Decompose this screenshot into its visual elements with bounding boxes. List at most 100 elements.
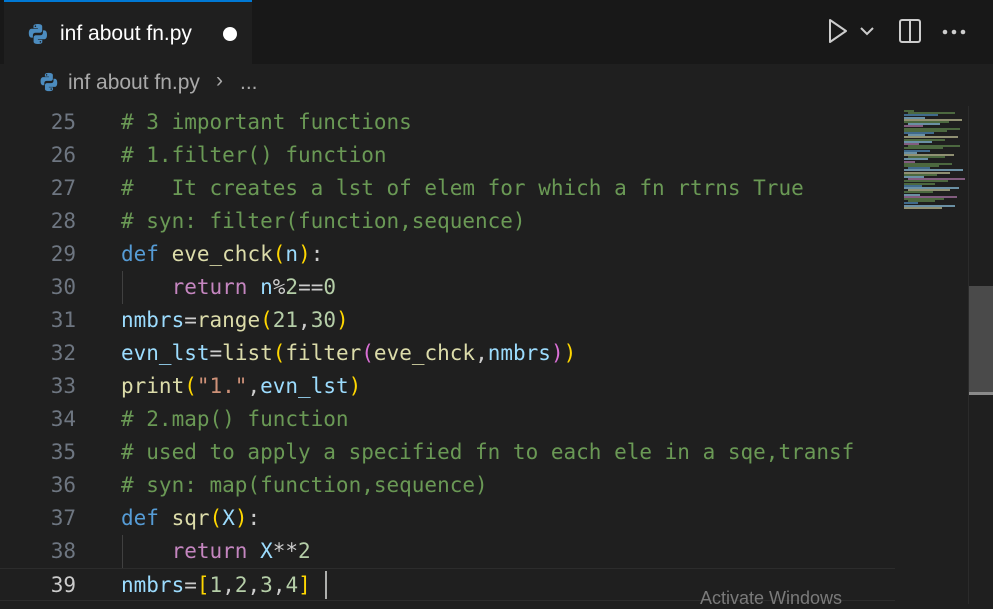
- code-token: list: [222, 341, 273, 365]
- chevron-down-icon[interactable]: [860, 26, 874, 36]
- code-token: ): [336, 308, 349, 332]
- line-number: 35: [50, 440, 76, 464]
- code-line[interactable]: 25 # 3 important functions: [0, 106, 895, 139]
- code-token: # 2.map() function: [121, 407, 349, 431]
- code-line[interactable]: 38 return X**2: [0, 535, 895, 568]
- code-token: nmbrs: [121, 573, 185, 597]
- code-line[interactable]: 35 # used to apply a specified fn to each…: [0, 436, 895, 469]
- code-token: ]: [298, 573, 311, 597]
- code-text: # 1.filter() function: [121, 139, 387, 172]
- code-line[interactable]: 29 def eve_chck(n):: [0, 238, 895, 271]
- code-token: ): [298, 242, 311, 266]
- split-editor-icon[interactable]: [898, 18, 922, 44]
- line-number: 33: [50, 374, 76, 398]
- code-line[interactable]: 27 # It creates a lst of elem for which a…: [0, 172, 895, 205]
- code-token: nmbrs: [487, 341, 551, 365]
- more-actions-icon[interactable]: [941, 28, 967, 36]
- code-token: "1.": [196, 374, 248, 398]
- code-text: # syn: map(function,sequence): [121, 469, 488, 502]
- code-token: ): [234, 506, 248, 530]
- code-token: (: [272, 242, 286, 266]
- indent-guide: [122, 535, 123, 568]
- code-token: ,: [475, 341, 488, 365]
- vertical-scrollbar[interactable]: [968, 106, 993, 604]
- code-token: =: [184, 308, 197, 332]
- code-line[interactable]: 30 return n%2==0: [0, 271, 895, 304]
- code-token: ): [550, 341, 564, 365]
- minimap[interactable]: [896, 106, 968, 604]
- code-token: ,: [298, 308, 311, 332]
- code-token: eve_chck: [171, 242, 273, 266]
- code-token: print: [121, 374, 185, 398]
- unsaved-indicator-icon[interactable]: [223, 27, 237, 41]
- line-number: 26: [50, 143, 76, 167]
- code-token: 0: [323, 275, 337, 299]
- code-token: ): [563, 341, 577, 365]
- code-text: def sqr(X):: [121, 502, 260, 535]
- code-token: %: [272, 275, 286, 299]
- code-line[interactable]: 26 # 1.filter() function: [0, 139, 895, 172]
- code-line[interactable]: 32 evn_lst=list(filter(eve_chck,nmbrs)): [0, 337, 895, 370]
- code-token: ==: [298, 275, 324, 299]
- code-line[interactable]: 33 print("1.",evn_lst): [0, 370, 895, 403]
- code-token: 1: [209, 573, 223, 597]
- code-token: 4: [285, 573, 299, 597]
- code-token: n: [285, 242, 299, 266]
- code-token: (: [361, 341, 374, 365]
- code-line[interactable]: 34 # 2.map() function: [0, 403, 895, 436]
- code-token: # It creates a lst of elem for which a f…: [121, 176, 804, 200]
- code-token: sqr: [171, 506, 210, 530]
- line-number: 34: [50, 407, 76, 431]
- code-line[interactable]: 31 nmbrs=range(21,30): [0, 304, 895, 337]
- code-token: [: [196, 573, 210, 597]
- scrollbar-cursor-marker: [969, 392, 993, 395]
- code-text: # syn: filter(function,sequence): [121, 205, 526, 238]
- line-number: 39: [50, 573, 76, 597]
- editor-tab-active[interactable]: inf about fn.py: [4, 0, 252, 64]
- line-number: 31: [50, 308, 76, 332]
- activate-windows-watermark: Activate Windows: [700, 588, 843, 608]
- tab-filename: inf about fn.py: [60, 22, 192, 45]
- run-icon[interactable]: [827, 18, 849, 44]
- code-token: def: [121, 242, 159, 266]
- code-text: # 3 important functions: [121, 106, 412, 139]
- line-number: 32: [50, 341, 76, 365]
- code-line[interactable]: 36 # syn: map(function,sequence): [0, 469, 895, 502]
- python-file-icon: [40, 72, 58, 92]
- code-token: (: [184, 374, 197, 398]
- line-number: 38: [50, 539, 76, 563]
- code-token: nmbrs: [121, 308, 185, 332]
- editor-tab-bar: inf about fn.py: [0, 0, 993, 65]
- line-number: 27: [50, 176, 76, 200]
- code-token: 2: [285, 275, 299, 299]
- breadcrumb-file[interactable]: inf about fn.py: [68, 71, 200, 95]
- line-number: 29: [50, 242, 76, 266]
- minimap-line: [904, 206, 942, 209]
- code-token: evn_lst: [121, 341, 210, 365]
- line-number: 36: [50, 473, 76, 497]
- code-token: ,: [222, 573, 235, 597]
- code-token: :: [310, 242, 324, 266]
- code-editor[interactable]: 25 # 3 important functions 26 # 1.filter() …: [0, 106, 993, 604]
- line-number: 25: [50, 110, 76, 134]
- code-token: ,: [247, 374, 261, 398]
- code-token: 3: [260, 573, 273, 597]
- code-text: # used to apply a specified fn to each e…: [121, 436, 854, 469]
- code-token: **: [272, 539, 299, 563]
- code-text: def eve_chck(n):: [121, 238, 323, 271]
- code-line[interactable]: 37 def sqr(X):: [0, 502, 895, 535]
- code-token: # used to apply a specified fn to each e…: [121, 440, 855, 464]
- code-token: eve_chck: [373, 341, 476, 365]
- code-line[interactable]: 28 # syn: filter(function,sequence): [0, 205, 895, 238]
- code-token: ,: [247, 573, 261, 597]
- code-token: filter: [285, 341, 362, 365]
- breadcrumb-symbols[interactable]: ...: [240, 71, 258, 95]
- code-token: n: [260, 275, 273, 299]
- scrollbar-thumb[interactable]: [969, 286, 993, 394]
- code-token: (: [272, 341, 286, 365]
- code-token: ): [348, 374, 362, 398]
- line-number: 37: [50, 506, 76, 530]
